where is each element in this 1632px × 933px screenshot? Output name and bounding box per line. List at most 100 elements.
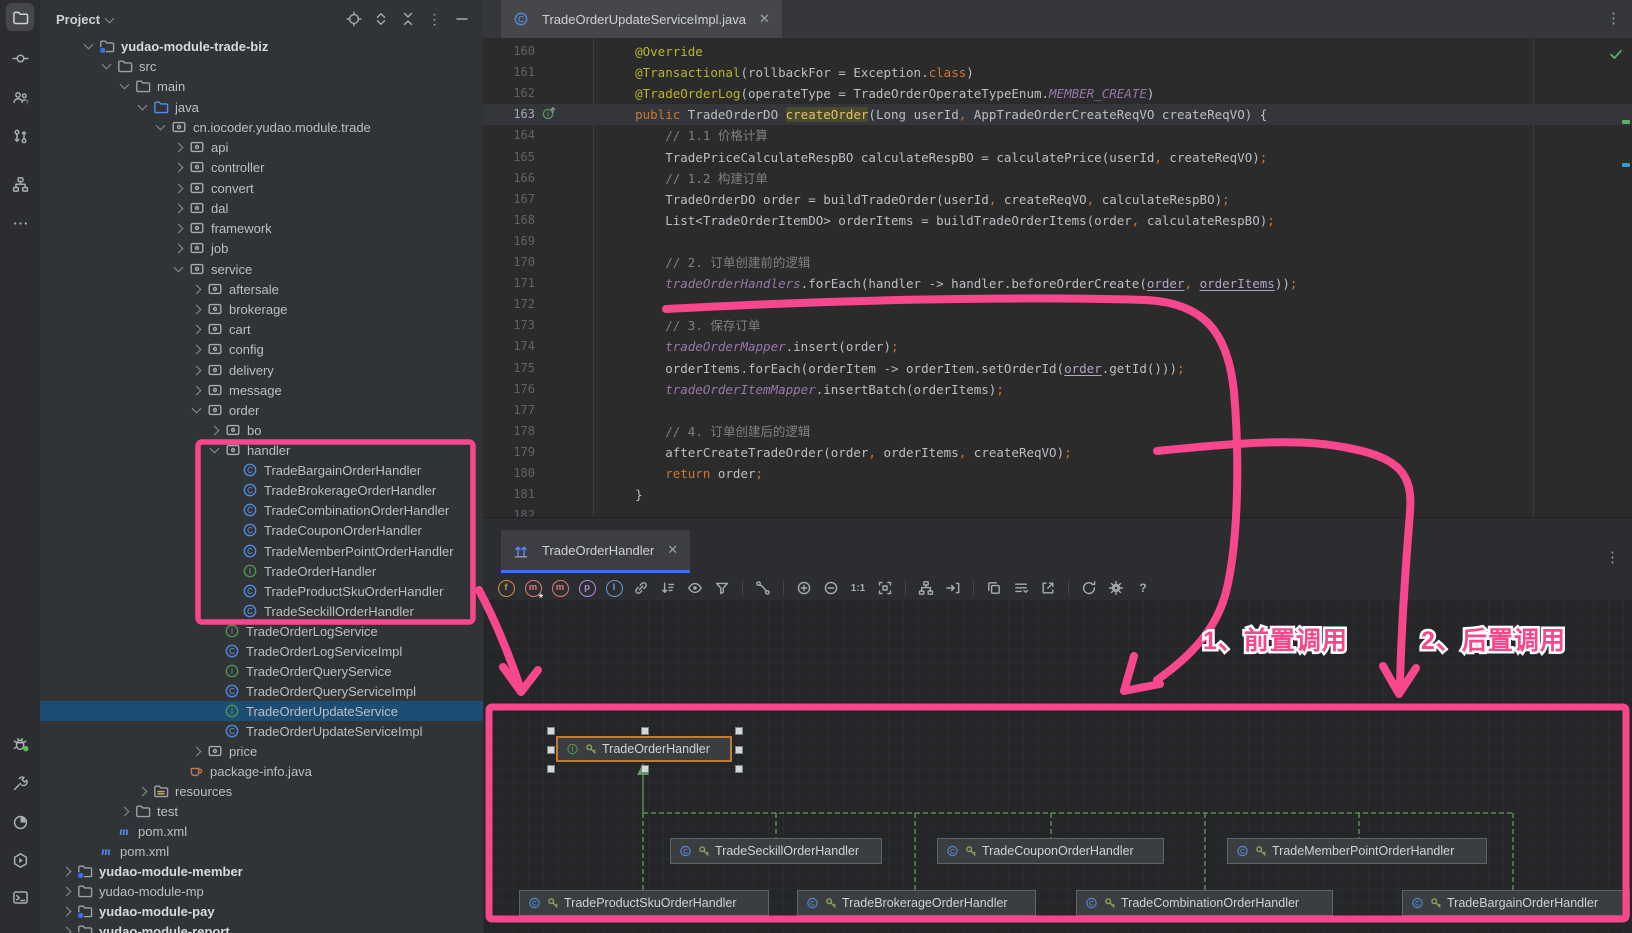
- tree-item-handler[interactable]: handler: [211, 440, 290, 460]
- fit-content-icon[interactable]: [876, 579, 894, 597]
- locate-file-icon[interactable]: [345, 10, 363, 28]
- collapse-all-icon[interactable]: [399, 10, 417, 28]
- tree-item-yudao-module-member[interactable]: yudao-module-member: [63, 861, 243, 881]
- code-line-172[interactable]: 172: [483, 294, 1632, 315]
- rail-project-icon[interactable]: [6, 3, 34, 31]
- chevron-down-icon[interactable]: [156, 121, 166, 131]
- show-inner-classes-icon[interactable]: I: [605, 579, 623, 597]
- tree-item-tradeorderqueryservice[interactable]: ITradeOrderQueryService: [211, 661, 391, 681]
- diagram-node-tradeseckillorderhandler[interactable]: CTradeSeckillOrderHandler: [670, 838, 882, 864]
- chevron-right-icon[interactable]: [174, 243, 184, 253]
- diagram-node-tradememberpointorderhandler[interactable]: CTradeMemberPointOrderHandler: [1227, 838, 1487, 864]
- more-vertical-icon[interactable]: ⋮: [1605, 548, 1620, 566]
- tree-item-yudao-module-report[interactable]: yudao-module-report: [63, 921, 230, 933]
- tree-item-test[interactable]: test: [121, 801, 178, 821]
- diagram-tab-active[interactable]: TradeOrderHandler ✕: [501, 530, 690, 573]
- rail-more-tools-icon[interactable]: [6, 209, 34, 237]
- tree-item-cn-iocoder-yudao-module-trade[interactable]: cn.iocoder.yudao.module.trade: [157, 117, 371, 137]
- chevron-right-icon[interactable]: [192, 304, 202, 314]
- chevron-right-icon[interactable]: [174, 203, 184, 213]
- rail-debug-icon[interactable]: [6, 729, 34, 757]
- chevron-right-icon[interactable]: [174, 183, 184, 193]
- diagram-node-tradeproductskuorderhandler[interactable]: CTradeProductSkuOrderHandler: [519, 890, 769, 916]
- more-vertical-icon[interactable]: ⋮: [1606, 9, 1622, 27]
- show-properties-icon[interactable]: p: [578, 579, 596, 597]
- selection-handle[interactable]: [735, 746, 743, 754]
- tree-item-yudao-module-mp[interactable]: yudao-module-mp: [63, 881, 204, 901]
- project-tree[interactable]: yudao-module-trade-bizsrcmainjavacn.ioco…: [40, 38, 483, 933]
- tree-item-package-info-java[interactable]: package-info.java: [175, 761, 312, 781]
- tree-item-resources[interactable]: resources: [139, 781, 232, 801]
- chevron-right-icon[interactable]: [62, 906, 72, 916]
- tree-item-brokerage[interactable]: brokerage: [193, 299, 288, 319]
- selection-handle[interactable]: [735, 727, 743, 735]
- tree-item-tradeorderupdateservice[interactable]: ITradeOrderUpdateService: [211, 701, 398, 721]
- apply-layout-icon[interactable]: [917, 579, 935, 597]
- tree-item-main[interactable]: main: [121, 76, 185, 96]
- diagram-node-tradecombinationorderhandler[interactable]: CTradeCombinationOrderHandler: [1076, 890, 1333, 916]
- refresh-icon[interactable]: [1080, 579, 1098, 597]
- rail-profiler-icon[interactable]: [6, 808, 34, 836]
- code-line-181[interactable]: 181 }: [483, 484, 1632, 505]
- selection-handle[interactable]: [641, 765, 649, 773]
- tree-item-tradeorderlogserviceimpl[interactable]: CTradeOrderLogServiceImpl: [211, 641, 402, 661]
- chevron-down-icon[interactable]: [138, 101, 148, 111]
- rail-structure-icon[interactable]: [6, 170, 34, 198]
- change-visibility-level-icon[interactable]: [686, 579, 704, 597]
- chevron-right-icon[interactable]: [192, 344, 202, 354]
- chevron-down-icon[interactable]: [192, 404, 202, 414]
- selection-handle[interactable]: [547, 727, 555, 735]
- tree-item-aftersale[interactable]: aftersale: [193, 279, 279, 299]
- close-icon[interactable]: ✕: [759, 11, 770, 27]
- tree-item-bo[interactable]: bo: [211, 420, 261, 440]
- code-line-160[interactable]: 160 @Override: [483, 41, 1632, 62]
- close-icon[interactable]: ✕: [667, 542, 678, 558]
- chevron-right-icon[interactable]: [192, 324, 202, 334]
- chevron-right-icon[interactable]: [62, 926, 72, 933]
- rail-build-icon[interactable]: [6, 769, 34, 797]
- chevron-right-icon[interactable]: [62, 866, 72, 876]
- expand-all-icon[interactable]: [372, 10, 390, 28]
- tree-item-tradeorderupdateserviceimpl[interactable]: CTradeOrderUpdateServiceImpl: [211, 721, 423, 741]
- rail-code-with-me-icon[interactable]: ?: [6, 83, 34, 111]
- zoom-out-icon[interactable]: [822, 579, 840, 597]
- code-line-177[interactable]: 177: [483, 400, 1632, 421]
- rail-commit-icon[interactable]: [6, 44, 34, 72]
- tree-item-dal[interactable]: dal: [175, 198, 228, 218]
- tree-item-pom-xml[interactable]: mpom.xml: [103, 821, 187, 841]
- tree-item-convert[interactable]: convert: [175, 178, 254, 198]
- tree-item-order[interactable]: order: [193, 400, 259, 420]
- tree-item-pom-xml[interactable]: mpom.xml: [85, 841, 169, 861]
- tree-item-message[interactable]: message: [193, 380, 282, 400]
- code-line-167[interactable]: 167 TradeOrderDO order = buildTradeOrder…: [483, 189, 1632, 210]
- chevron-right-icon[interactable]: [174, 142, 184, 152]
- tree-item-delivery[interactable]: delivery: [193, 360, 274, 380]
- chevron-down-icon[interactable]: [84, 40, 94, 50]
- tree-item-api[interactable]: api: [175, 137, 228, 157]
- rail-pull-requests-icon[interactable]: [6, 122, 34, 150]
- tree-item-tradebargainorderhandler[interactable]: CTradeBargainOrderHandler: [229, 460, 421, 480]
- help-icon[interactable]: ?: [1134, 579, 1152, 597]
- error-stripe-mark[interactable]: [1622, 163, 1630, 167]
- code-line-163[interactable]: 163I public TradeOrderDO createOrder(Lon…: [483, 104, 1632, 125]
- code-line-170[interactable]: 170 // 2. 订单创建前的逻辑: [483, 252, 1632, 273]
- tree-item-job[interactable]: job: [175, 238, 228, 258]
- chevron-down-icon[interactable]: [105, 13, 115, 23]
- tree-item-tradecouponorderhandler[interactable]: CTradeCouponOrderHandler: [229, 520, 422, 540]
- tree-item-yudao-module-pay[interactable]: yudao-module-pay: [63, 901, 215, 921]
- chevron-right-icon[interactable]: [120, 806, 130, 816]
- selection-handle[interactable]: [735, 765, 743, 773]
- code-line-180[interactable]: 180 return order;: [483, 463, 1632, 484]
- error-stripe-mark[interactable]: [1622, 120, 1630, 124]
- tree-item-tradememberpointorderhandler[interactable]: CTradeMemberPointOrderHandler: [229, 541, 454, 561]
- rail-terminal-icon[interactable]: [6, 883, 34, 911]
- code-line-178[interactable]: 178 // 4. 订单创建后的逻辑: [483, 421, 1632, 442]
- diagram-node-tradecouponorderhandler[interactable]: CTradeCouponOrderHandler: [937, 838, 1164, 864]
- code-line-175[interactable]: 175 orderItems.forEach(orderItem -> orde…: [483, 358, 1632, 379]
- tree-item-java[interactable]: java: [139, 97, 199, 117]
- tree-item-tradecombinationorderhandler[interactable]: CTradeCombinationOrderHandler: [229, 500, 449, 520]
- export-diagram-icon[interactable]: [1039, 579, 1057, 597]
- code-editor[interactable]: 160 @Override161 @Transactional(rollback…: [483, 38, 1632, 517]
- panel-options-icon[interactable]: ⋮: [426, 10, 444, 28]
- editor-tab-active[interactable]: C TradeOrderUpdateServiceImpl.java ✕: [501, 0, 782, 38]
